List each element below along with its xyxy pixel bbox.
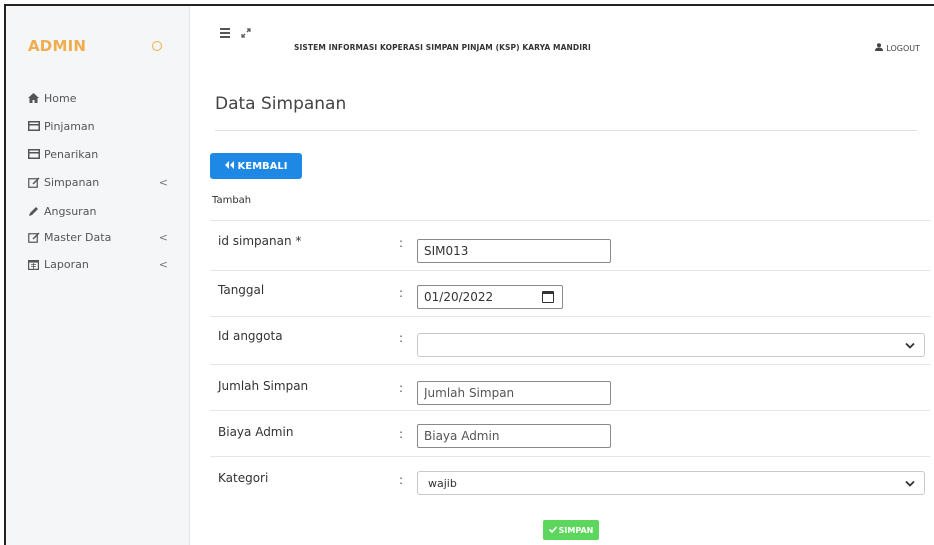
save-button-label: SIMPAN — [558, 525, 594, 535]
page-title: Data Simpanan — [215, 94, 347, 114]
sidebar-item-master-data[interactable]: Master Data < — [28, 227, 178, 247]
colon: : — [399, 236, 404, 250]
chevron-down-icon — [905, 478, 915, 491]
jumlah-simpan-field[interactable] — [417, 381, 611, 405]
chevron-left-icon: < — [158, 230, 168, 244]
back-button[interactable]: KEMBALI — [210, 153, 302, 179]
main-content: Data Simpanan KEMBALI Tambah id simpanan… — [190, 58, 934, 545]
kategori-select[interactable]: wajib — [417, 471, 925, 495]
biaya-admin-input[interactable] — [424, 429, 610, 443]
chevron-left-icon: < — [158, 175, 168, 189]
chevron-left-icon: < — [158, 257, 168, 271]
logout-link[interactable]: LOGOUT — [875, 43, 920, 53]
brand-logo[interactable]: ADMIN — [28, 37, 86, 55]
sidebar-item-simpanan[interactable]: Simpanan < — [28, 172, 178, 192]
sidebar-item-angsuran[interactable]: Angsuran — [28, 201, 178, 221]
sidebar-item-penarikan[interactable]: Penarikan — [28, 144, 178, 164]
sidebar: ADMIN Home Pinjaman Penarikan Simpanan <… — [6, 6, 190, 545]
colon: : — [399, 381, 404, 395]
hamburger-menu-icon[interactable] — [220, 28, 230, 40]
id-anggota-select[interactable] — [417, 333, 925, 357]
sidebar-item-label: Simpanan — [44, 175, 100, 189]
id-simpanan-field[interactable] — [417, 239, 611, 263]
system-title: SISTEM INFORMASI KOPERASI SIMPAN PINJAM … — [294, 43, 591, 52]
edit-icon — [28, 231, 42, 243]
pencil-icon — [28, 206, 42, 217]
top-navbar: SISTEM INFORMASI KOPERASI SIMPAN PINJAM … — [190, 6, 934, 58]
sidebar-item-label: Laporan — [44, 257, 89, 271]
biaya-admin-field[interactable] — [417, 424, 611, 448]
fullscreen-icon[interactable] — [241, 28, 251, 41]
form-row-kategori: Kategori : wajib — [210, 456, 930, 504]
sidebar-item-label: Home — [44, 91, 77, 105]
app-window: ADMIN Home Pinjaman Penarikan Simpanan <… — [4, 4, 934, 545]
sidebar-item-label: Master Data — [44, 230, 112, 244]
kategori-selected-value: wajib — [428, 476, 457, 490]
calendar-icon — [28, 259, 42, 270]
sidebar-item-label: Pinjaman — [44, 119, 95, 133]
form-row-biaya-admin: Biaya Admin : — [210, 410, 930, 456]
kategori-label: Kategori — [218, 471, 269, 485]
calendar-icon[interactable] — [542, 291, 554, 303]
id-simpanan-label: id simpanan * — [218, 234, 302, 248]
sidebar-toggle-circle-icon[interactable] — [152, 41, 162, 51]
colon: : — [399, 286, 404, 300]
sidebar-item-home[interactable]: Home — [28, 88, 178, 108]
sidebar-item-pinjaman[interactable]: Pinjaman — [28, 116, 178, 136]
tanggal-label: Tanggal — [218, 283, 265, 297]
sidebar-item-laporan[interactable]: Laporan < — [28, 254, 178, 274]
tanggal-value: 01/20/2022 — [424, 290, 494, 304]
user-icon — [875, 43, 884, 53]
logout-label: LOGOUT — [886, 43, 920, 53]
back-button-label: KEMBALI — [237, 160, 288, 172]
tanggal-date-field[interactable]: 01/20/2022 — [417, 285, 563, 309]
sidebar-item-label: Angsuran — [44, 204, 97, 218]
card-icon — [28, 121, 42, 131]
double-chevron-left-icon — [224, 160, 235, 172]
id-anggota-label: Id anggota — [218, 329, 283, 343]
home-icon — [28, 93, 42, 103]
form-row-jumlah-simpan: Jumlah Simpan : — [210, 364, 930, 410]
form-row-tanggal: Tanggal : 01/20/2022 — [210, 270, 930, 316]
form-row-id-simpanan: id simpanan * : — [210, 220, 930, 264]
jumlah-simpan-input[interactable] — [424, 386, 610, 400]
form-row-id-anggota: Id anggota : — [210, 316, 930, 364]
check-icon — [548, 525, 557, 535]
title-divider — [215, 130, 917, 131]
form-subtitle: Tambah — [212, 195, 252, 206]
sidebar-item-label: Penarikan — [44, 147, 99, 161]
colon: : — [399, 427, 404, 441]
colon: : — [399, 331, 404, 345]
save-button[interactable]: SIMPAN — [543, 520, 599, 540]
chevron-down-icon — [905, 340, 915, 353]
colon: : — [399, 473, 404, 487]
id-simpanan-input[interactable] — [424, 244, 610, 258]
edit-icon — [28, 176, 42, 188]
jumlah-simpan-label: Jumlah Simpan — [218, 379, 309, 393]
biaya-admin-label: Biaya Admin — [218, 425, 294, 439]
card-icon — [28, 149, 42, 159]
